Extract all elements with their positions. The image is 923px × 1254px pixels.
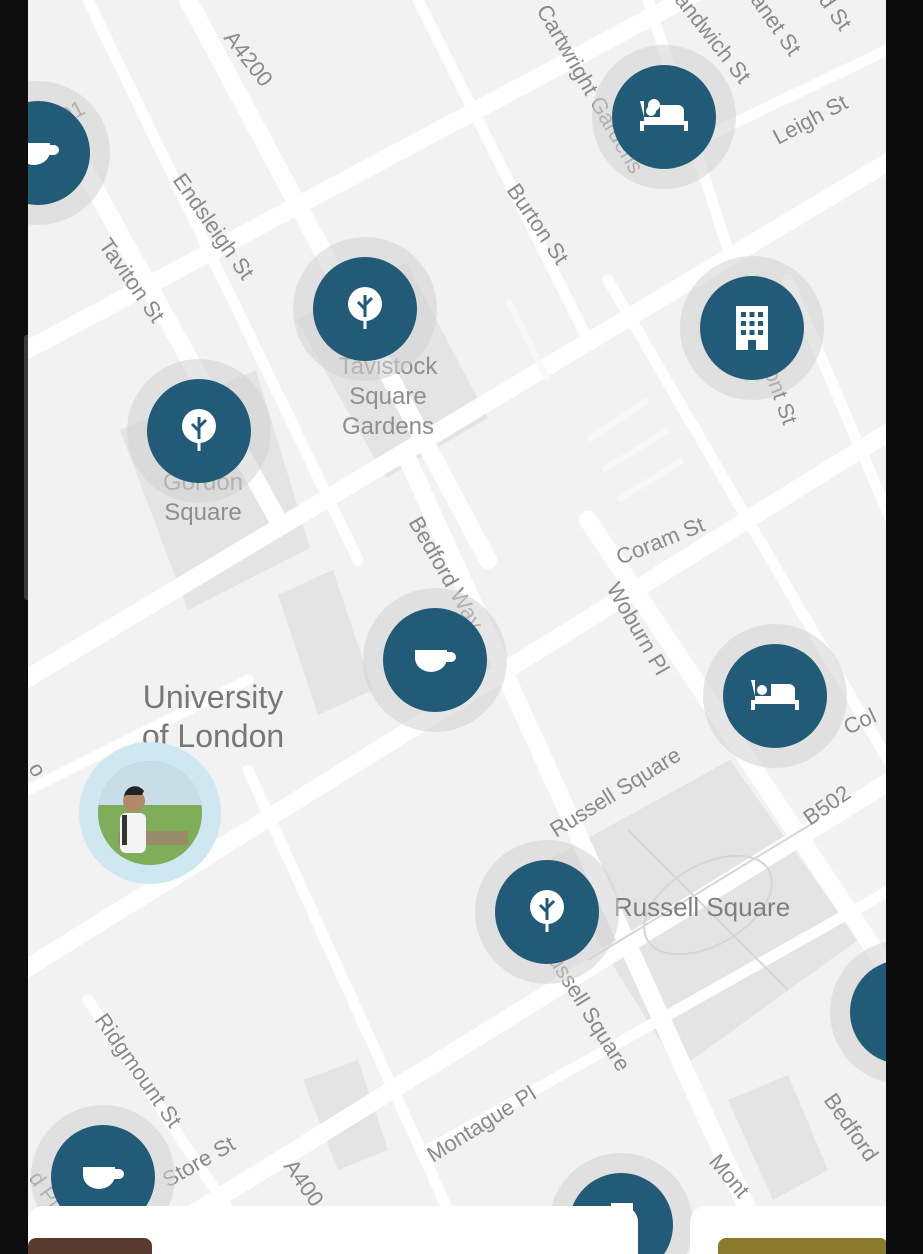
- place-label-russell: Russell Square: [614, 892, 790, 922]
- tree-icon: [348, 287, 382, 329]
- avatar: [98, 761, 202, 865]
- street-label: Burton St: [502, 179, 574, 269]
- cup-icon: [28, 143, 59, 165]
- park-marker[interactable]: [495, 860, 599, 964]
- building-icon: [736, 306, 768, 350]
- cafe-marker[interactable]: [383, 608, 487, 712]
- bed-icon: [751, 680, 799, 710]
- street-label: A400: [279, 1155, 329, 1211]
- bed-icon: [640, 99, 688, 131]
- place-label-university-1: University: [143, 679, 283, 715]
- place-card-thumbnail: [718, 1238, 886, 1254]
- street-label: anet St: [746, 0, 806, 60]
- street-label: Bedford: [819, 1089, 884, 1166]
- user-avatar: [98, 761, 202, 865]
- tree-icon: [530, 890, 564, 932]
- tree-icon: [182, 409, 216, 451]
- user-location-avatar[interactable]: [79, 742, 221, 884]
- cup-icon: [415, 650, 456, 672]
- street-label: Ridgmount St: [90, 1009, 187, 1133]
- place-label-gordon-2: Square: [164, 499, 241, 526]
- cup-icon: [83, 1167, 124, 1189]
- office-marker[interactable]: [700, 276, 804, 380]
- place-card[interactable]: [28, 1206, 638, 1254]
- place-card-thumbnail: [28, 1238, 152, 1254]
- place-card[interactable]: [690, 1206, 886, 1254]
- map-view[interactable]: A4200 501 Cartwright Gardens andwich St …: [28, 0, 886, 1254]
- hotel-marker[interactable]: [723, 644, 827, 748]
- building-icon: [872, 982, 886, 1042]
- device-bezel-right: [886, 0, 923, 1254]
- block-area: [278, 570, 373, 715]
- hotel-marker[interactable]: [612, 65, 716, 169]
- park-marker[interactable]: [147, 379, 251, 483]
- place-label-tavistock-3: Gardens: [342, 413, 434, 440]
- street-label: d St: [814, 0, 857, 35]
- device-bezel-left: [0, 0, 28, 1254]
- park-marker[interactable]: [313, 257, 417, 361]
- place-label-tavistock-2: Square: [349, 383, 426, 410]
- street-label: Montague Pl: [422, 1081, 540, 1168]
